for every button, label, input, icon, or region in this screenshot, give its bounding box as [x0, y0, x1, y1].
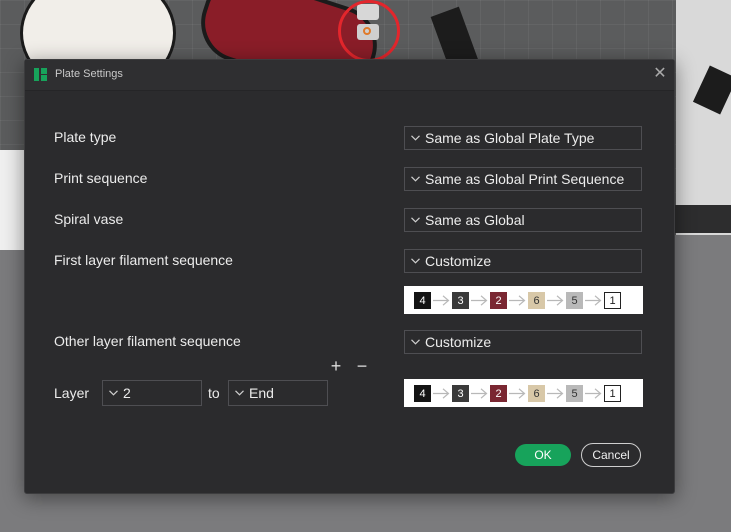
layer-to-value: End	[249, 385, 274, 401]
chevron-down-icon	[103, 382, 123, 404]
arrow-right-icon	[507, 292, 528, 309]
app-logo-icon	[34, 68, 47, 81]
close-icon: ✕	[653, 65, 667, 82]
print-sequence-select[interactable]: Same as Global Print Sequence	[404, 167, 642, 191]
model-part-left	[0, 150, 24, 250]
plate-type-select[interactable]: Same as Global Plate Type	[404, 126, 642, 150]
arrow-right-icon	[545, 385, 566, 402]
chevron-down-icon	[405, 127, 425, 149]
ok-button[interactable]: OK	[515, 444, 571, 466]
filament-chip[interactable]: 1	[604, 384, 621, 402]
to-label: to	[208, 385, 220, 401]
layer-to-select[interactable]: End	[228, 380, 328, 406]
chevron-down-icon	[405, 331, 425, 353]
spiral-vase-select[interactable]: Same as Global	[404, 208, 642, 232]
plate-type-label: Plate type	[54, 129, 117, 145]
filament-chip[interactable]: 1	[604, 291, 621, 309]
cancel-button[interactable]: Cancel	[581, 443, 641, 467]
other-layer-sequence-select[interactable]: Customize	[404, 330, 642, 354]
first-layer-filament-order[interactable]: 4 3 2 6 5 1	[404, 286, 643, 314]
dialog-title: Plate Settings	[55, 68, 123, 80]
dialog-titlebar: Plate Settings ✕	[25, 60, 674, 91]
arrow-right-icon	[431, 292, 452, 309]
arrow-right-icon	[507, 385, 528, 402]
chevron-down-icon	[405, 209, 425, 231]
arrow-right-icon	[469, 292, 490, 309]
arrow-right-icon	[583, 292, 604, 309]
print-sequence-label: Print sequence	[54, 170, 148, 186]
highlight-circle	[338, 0, 400, 62]
arrow-right-icon	[469, 385, 490, 402]
filament-chip[interactable]: 6	[528, 384, 545, 402]
layer-from-value: 2	[123, 385, 131, 401]
spiral-vase-label: Spiral vase	[54, 211, 124, 227]
layer-label: Layer	[54, 385, 90, 401]
filament-chip[interactable]: 2	[490, 291, 507, 309]
arrow-right-icon	[583, 385, 604, 402]
add-layer-range-button[interactable]: +	[328, 357, 344, 375]
filament-chip[interactable]: 6	[528, 291, 545, 309]
filament-chip[interactable]: 5	[566, 384, 583, 402]
close-button[interactable]: ✕	[650, 64, 670, 84]
arrow-right-icon	[431, 385, 452, 402]
other-layer-sequence-value: Customize	[425, 334, 492, 350]
arrow-right-icon	[545, 292, 566, 309]
first-layer-sequence-select[interactable]: Customize	[404, 249, 642, 273]
chevron-down-icon	[405, 250, 425, 272]
spiral-vase-value: Same as Global	[425, 212, 525, 228]
layer-from-select[interactable]: 2	[102, 380, 202, 406]
first-layer-sequence-value: Customize	[425, 253, 492, 269]
filament-chip[interactable]: 4	[414, 291, 431, 309]
chevron-down-icon	[229, 382, 249, 404]
print-sequence-value: Same as Global Print Sequence	[425, 171, 625, 187]
filament-chip[interactable]: 4	[414, 384, 431, 402]
filament-chip[interactable]: 2	[490, 384, 507, 402]
other-layer-sequence-label: Other layer filament sequence	[54, 333, 241, 349]
chevron-down-icon	[405, 168, 425, 190]
plate-settings-dialog: Plate Settings ✕ Plate type Same as Glob…	[24, 59, 675, 494]
filament-chip[interactable]: 5	[566, 291, 583, 309]
scene-wall	[676, 0, 731, 235]
filament-chip[interactable]: 3	[452, 384, 469, 402]
remove-layer-range-button[interactable]: −	[354, 357, 370, 375]
other-layer-filament-order[interactable]: 4 3 2 6 5 1	[404, 379, 643, 407]
plate-type-value: Same as Global Plate Type	[425, 130, 595, 146]
first-layer-sequence-label: First layer filament sequence	[54, 252, 233, 268]
filament-chip[interactable]: 3	[452, 291, 469, 309]
